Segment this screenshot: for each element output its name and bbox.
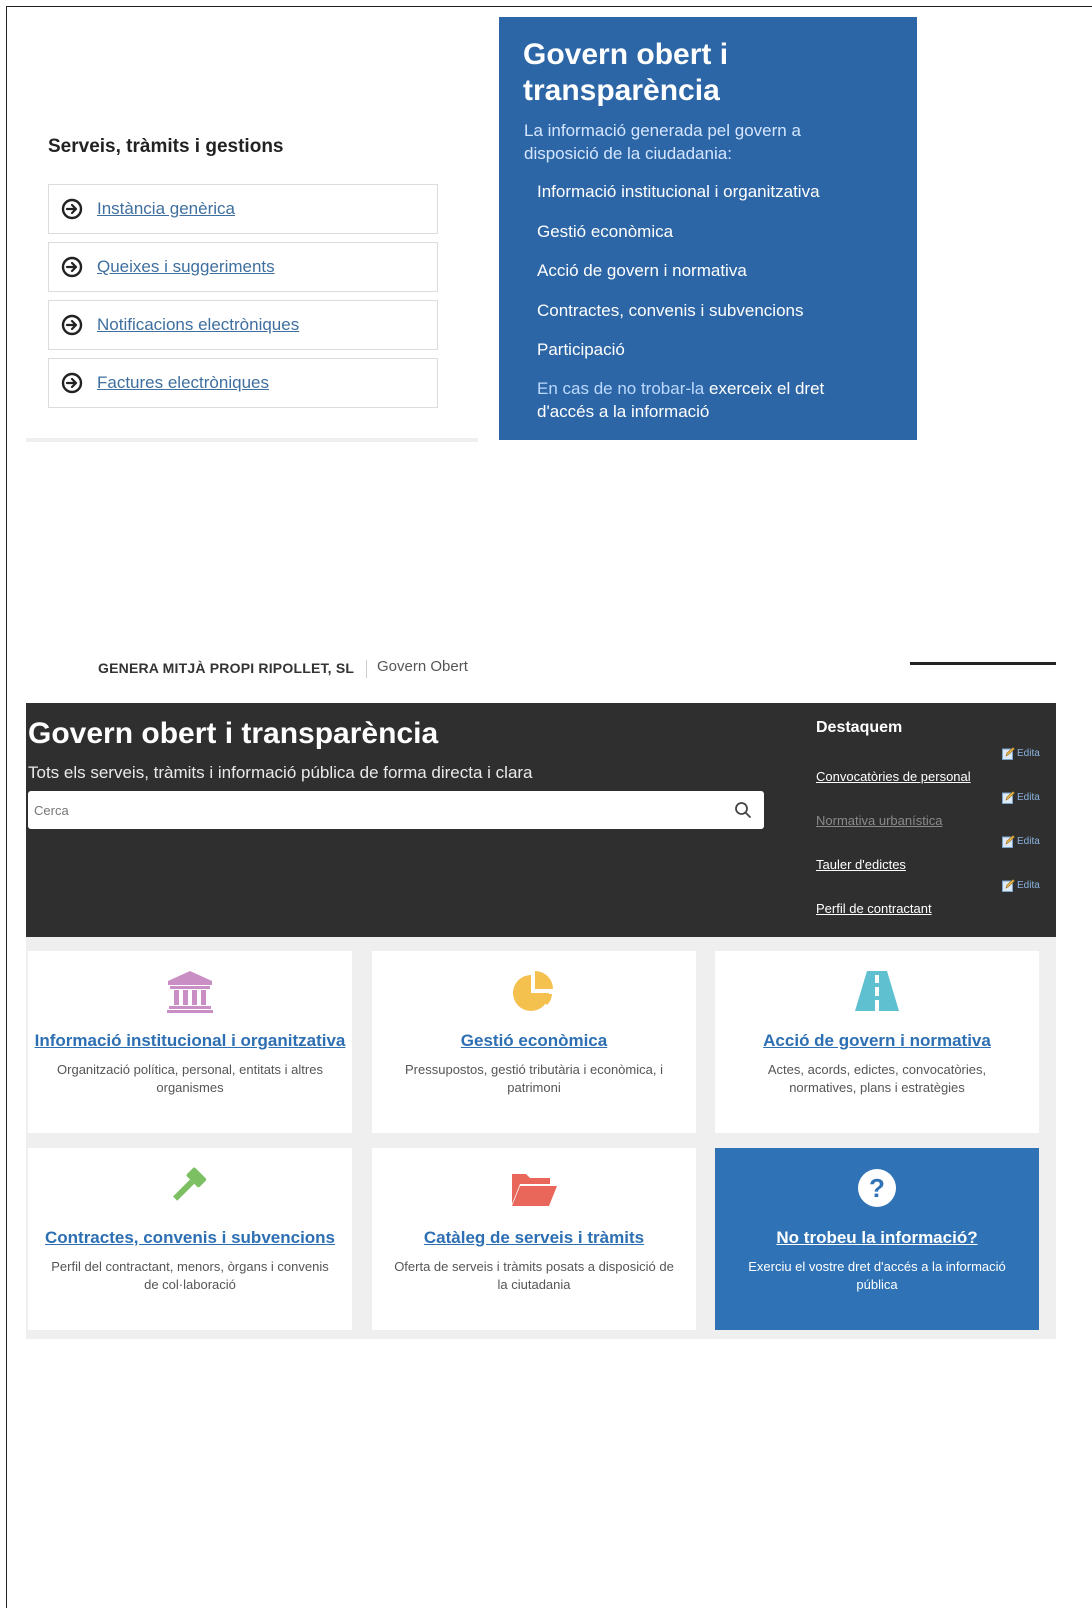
destaquem-link-normativa[interactable]: Normativa urbanística [816, 813, 942, 828]
category-cards: Informació institucional i organitzativa… [26, 937, 1056, 1339]
card-no-trobeu[interactable]: ? No trobeu la informació? Exerciu el vo… [715, 1148, 1039, 1330]
govern-link-dret-acces[interactable]: En cas de no trobar-la exerceix el dret … [537, 377, 867, 423]
edit-button[interactable]: Edita [1002, 791, 1040, 804]
card-cataleg-serveis[interactable]: Catàleg de serveis i tràmits Oferta de s… [372, 1148, 696, 1330]
serveis-item-label[interactable]: Instància genèrica [97, 199, 235, 219]
govern-panel-title: Govern obert i transparència [523, 38, 729, 107]
hero-title: Govern obert i transparència [28, 717, 439, 750]
govern-link-gestio[interactable]: Gestió econòmica [537, 222, 673, 242]
card-title[interactable]: Informació institucional i organitzativa [28, 1031, 352, 1051]
govern-link-contractes[interactable]: Contractes, convenis i subvencions [537, 301, 803, 321]
edit-button[interactable]: Edita [1002, 747, 1040, 760]
govern-link-informacio[interactable]: Informació institucional i organitzativa [537, 182, 820, 202]
card-description: Exerciu el vostre dret d'accés a la info… [748, 1259, 1006, 1292]
folder-open-icon [510, 1166, 558, 1210]
brand-separator [366, 660, 367, 678]
edit-label: Edita [1017, 880, 1040, 891]
govern-panel-intro: La informació generada pel govern a disp… [524, 121, 801, 163]
card-description: Perfil del contractant, menors, òrgans i… [51, 1259, 329, 1292]
card-accio-govern[interactable]: Acció de govern i normativa Actes, acord… [715, 951, 1039, 1133]
card-informacio-institucional[interactable]: Informació institucional i organitzativa… [28, 951, 352, 1133]
serveis-item-label[interactable]: Notificacions electròniques [97, 315, 299, 335]
card-title[interactable]: Contractes, convenis i subvencions [28, 1228, 352, 1248]
card-description: Organització política, personal, entitat… [57, 1062, 323, 1095]
menu-bar-line[interactable] [910, 662, 1056, 665]
edit-pencil-icon [1002, 835, 1015, 848]
govern-obert-panel: Govern obert i transparència La informac… [499, 17, 917, 440]
serveis-item-label[interactable]: Queixes i suggeriments [97, 257, 275, 277]
arrow-circle-right-icon [61, 256, 83, 278]
search-input[interactable] [28, 791, 718, 829]
pie-chart-icon [510, 969, 558, 1013]
arrow-circle-right-icon [61, 372, 83, 394]
edit-label: Edita [1017, 748, 1040, 759]
brand-name[interactable]: GENERA MITJÀ PROPI RIPOLLET, SL [98, 660, 354, 676]
brand-subtitle[interactable]: Govern Obert [377, 658, 468, 675]
arrow-circle-right-icon [61, 198, 83, 220]
destaquem-link-perfil[interactable]: Perfil de contractant [816, 901, 932, 916]
institution-icon [166, 969, 214, 1013]
arrow-circle-right-icon [61, 314, 83, 336]
edit-button[interactable]: Edita [1002, 879, 1040, 892]
govern-link-accio[interactable]: Acció de govern i normativa [537, 261, 747, 281]
edit-label: Edita [1017, 836, 1040, 847]
destaquem-link-tauler[interactable]: Tauler d'edictes [816, 857, 906, 872]
card-description: Oferta de serveis i tràmits posats a dis… [394, 1259, 674, 1292]
serveis-item-queixes[interactable]: Queixes i suggeriments [48, 242, 438, 292]
edit-pencil-icon [1002, 747, 1015, 760]
brand-bar: GENERA MITJÀ PROPI RIPOLLET, SL Govern O… [26, 650, 1056, 690]
edit-label: Edita [1017, 792, 1040, 803]
hero-banner: Govern obert i transparència Tots els se… [26, 703, 1056, 937]
card-description: Pressupostos, gestió tributària i econòm… [405, 1062, 663, 1095]
card-title[interactable]: Gestió econòmica [372, 1031, 696, 1051]
card-title[interactable]: Catàleg de serveis i tràmits [372, 1228, 696, 1248]
gavel-icon [166, 1166, 214, 1210]
card-title[interactable]: No trobeu la informació? [715, 1228, 1039, 1248]
destaquem-title: Destaquem [816, 719, 903, 736]
card-description: Actes, acords, edictes, convocatòries, n… [767, 1062, 987, 1095]
destaquem-link-convocatories[interactable]: Convocatòries de personal [816, 769, 971, 784]
dret-acces-part1: En cas de no trobar-la [537, 379, 705, 398]
serveis-item-notificacions[interactable]: Notificacions electròniques [48, 300, 438, 350]
serveis-item-instancia[interactable]: Instància genèrica [48, 184, 438, 234]
serveis-title: Serveis, tràmits i gestions [48, 136, 284, 157]
serveis-item-label[interactable]: Factures electròniques [97, 373, 269, 393]
govern-link-participacio[interactable]: Participació [537, 340, 625, 360]
card-contractes[interactable]: Contractes, convenis i subvencions Perfi… [28, 1148, 352, 1330]
svg-text:?: ? [869, 1173, 885, 1203]
edit-button[interactable]: Edita [1002, 835, 1040, 848]
edit-pencil-icon [1002, 791, 1015, 804]
destaquem-panel: Destaquem Edita Convocatòries de persona… [816, 703, 1056, 937]
serveis-panel: Serveis, tràmits i gestions Instància ge… [26, 120, 478, 442]
search-icon[interactable] [734, 801, 752, 819]
question-circle-icon: ? [853, 1166, 901, 1210]
card-title[interactable]: Acció de govern i normativa [715, 1031, 1039, 1051]
card-gestio-economica[interactable]: Gestió econòmica Pressupostos, gestió tr… [372, 951, 696, 1133]
hero-subtitle: Tots els serveis, tràmits i informació p… [28, 763, 533, 782]
search-box [28, 791, 764, 829]
edit-pencil-icon [1002, 879, 1015, 892]
serveis-item-factures[interactable]: Factures electròniques [48, 358, 438, 408]
road-icon [853, 969, 901, 1013]
